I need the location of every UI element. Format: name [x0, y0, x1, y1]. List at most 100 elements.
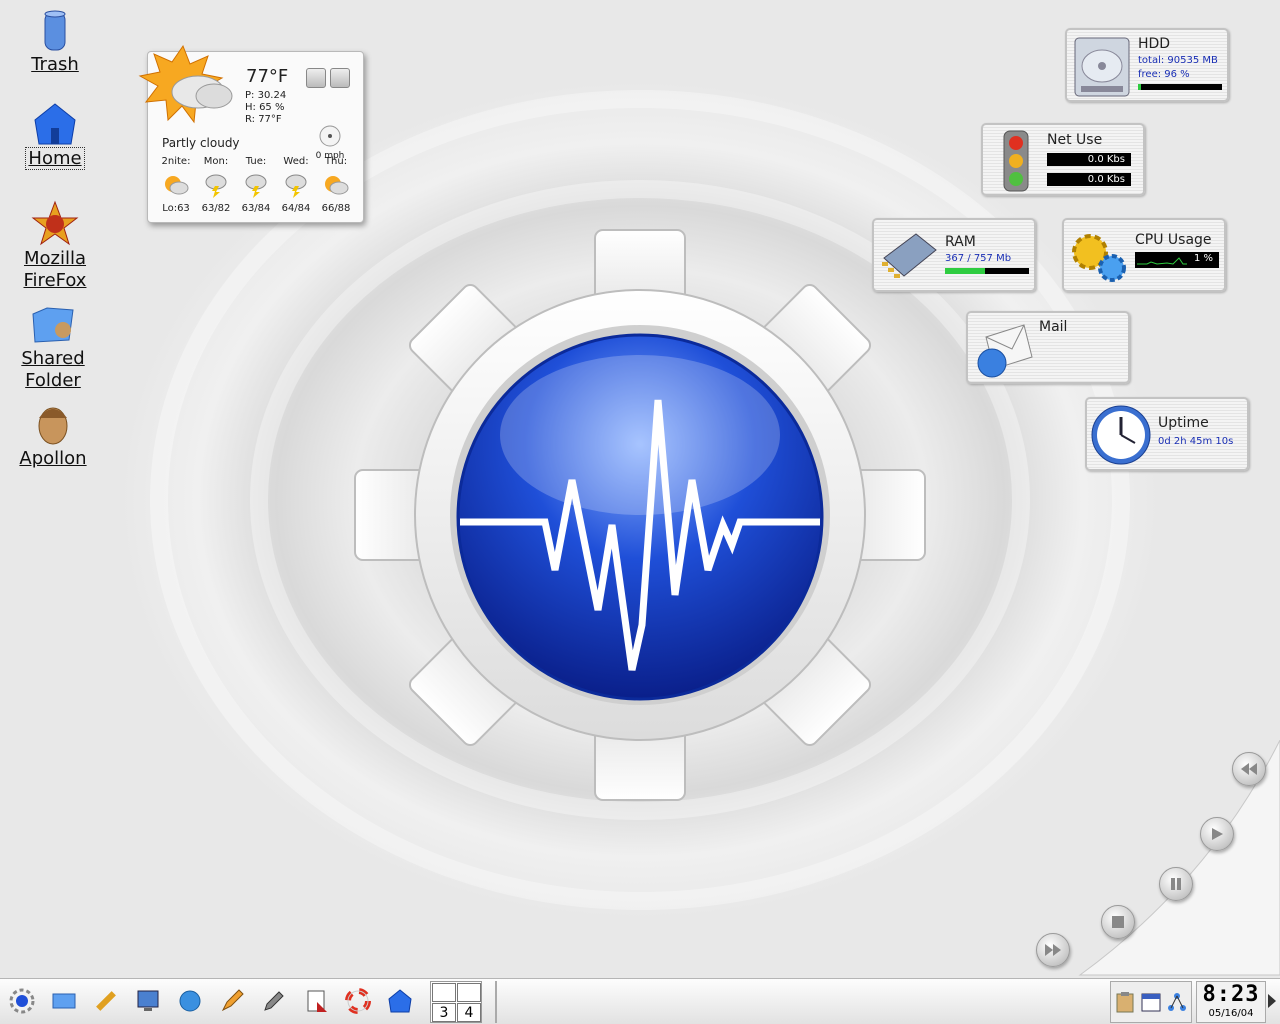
- desktop-icon-apollon[interactable]: Apollon: [8, 400, 98, 470]
- hdd-free: free: 96 %: [1138, 69, 1190, 80]
- shared-folder-icon: [32, 307, 74, 343]
- thunderstorm-icon: [285, 174, 307, 198]
- uptime-monitor-widget[interactable]: Uptime 0d 2h 45m 10s: [1085, 397, 1249, 471]
- desktop-icon-firefox[interactable]: Mozilla FireFox: [10, 200, 100, 292]
- weather-widget[interactable]: 77°F P: 30.24 H: 65 % R: 77°F 0 mph Part…: [138, 44, 364, 223]
- weather-temperature: 77°F: [246, 66, 289, 87]
- kmenu-button[interactable]: [6, 985, 38, 1017]
- ram-monitor-widget[interactable]: RAM 367 / 757 Mb: [872, 218, 1036, 292]
- forecast-day: Tue: 63/84: [241, 156, 271, 214]
- launcher-desktop[interactable]: [48, 985, 80, 1017]
- mail-title: Mail: [1039, 319, 1068, 335]
- desktop-icon: [52, 993, 76, 1009]
- weather-humidity: H: 65 %: [245, 102, 285, 113]
- clipboard-icon: [1116, 992, 1134, 1013]
- partly-cloudy-icon: [165, 176, 189, 195]
- panel-hide-arrow[interactable]: [1268, 993, 1278, 1009]
- rewind-button[interactable]: [1232, 752, 1266, 786]
- weather-settings-button[interactable]: [306, 68, 326, 88]
- net-use-monitor-widget[interactable]: Net Use 0.0 Kbs 0.0 Kbs: [981, 123, 1145, 196]
- trash-icon: [44, 10, 66, 51]
- partly-cloudy-icon: [325, 176, 349, 195]
- desktop-icon-label: Shared: [21, 348, 85, 369]
- uptime-title: Uptime: [1158, 415, 1209, 431]
- stop-button[interactable]: [1101, 905, 1135, 939]
- thunderstorm-icon: [245, 174, 267, 198]
- tray-korganizer[interactable]: [1139, 986, 1163, 1018]
- desktop-icon-label: Folder: [25, 370, 81, 391]
- pager-desktop-4[interactable]: 4: [457, 1003, 481, 1022]
- cpu-usage-value: 1 %: [1193, 253, 1213, 264]
- partly-cloudy-sun-icon: [138, 44, 233, 124]
- pencil-icon: [221, 989, 244, 1012]
- document-icon: [307, 990, 327, 1012]
- pen-icon: [264, 991, 284, 1011]
- taskbar-clock[interactable]: 8:23 05/16/04: [1196, 981, 1266, 1023]
- calendar-icon: [1141, 993, 1161, 1012]
- cpu-usage-title: CPU Usage: [1135, 232, 1212, 248]
- globe-icon: [179, 990, 201, 1012]
- launcher-kwrite[interactable]: [258, 985, 290, 1017]
- weather-pressure: P: 30.24: [245, 90, 287, 101]
- cpu-usage-monitor-widget[interactable]: CPU Usage 1 %: [1062, 218, 1226, 292]
- system-tray: [1110, 981, 1192, 1023]
- clock-time: 8:23: [1202, 982, 1260, 1007]
- hard-drive-icon: [1074, 37, 1130, 97]
- pager-desktop-3[interactable]: 3: [432, 1003, 456, 1022]
- tray-klipper[interactable]: [1113, 986, 1137, 1018]
- cpu-graph-line: [1137, 257, 1187, 265]
- launcher-office[interactable]: [300, 985, 332, 1017]
- desktop-icon-trash[interactable]: Trash: [10, 6, 100, 76]
- desktop-icon-shared-folder[interactable]: Shared Folder: [8, 300, 98, 392]
- desktop-icon-label: Apollon: [19, 448, 87, 469]
- hdd-usage-bar: [1138, 84, 1222, 90]
- fast-forward-icon: [1045, 944, 1061, 956]
- clock-icon: [1091, 405, 1151, 465]
- hdd-monitor-widget[interactable]: HDD total: 90535 MB free: 96 %: [1065, 28, 1229, 102]
- clock-date: 05/16/04: [1208, 1008, 1254, 1019]
- arrow-right-icon: [1268, 994, 1276, 1008]
- taskbar: 1 2 3 4 8:23 05/16/04: [0, 978, 1280, 1024]
- desktop-pager[interactable]: 1 2 3 4: [430, 981, 482, 1023]
- home-icon: [388, 989, 412, 1013]
- gears-icon: [1072, 234, 1126, 282]
- cpu-usage-graph: 1 %: [1135, 252, 1219, 268]
- net-out-readout: 0.0 Kbs: [1047, 173, 1131, 186]
- desktop-icon-home[interactable]: Home: [10, 100, 100, 170]
- weather-condition: Partly cloudy: [162, 136, 240, 150]
- net-use-title: Net Use: [1047, 132, 1103, 148]
- weather-report-button[interactable]: [330, 68, 350, 88]
- tray-network[interactable]: [1165, 986, 1189, 1018]
- pager-desktop-1[interactable]: 1: [432, 983, 456, 1002]
- forecast-day: 2nite: Lo:63: [161, 156, 191, 214]
- pause-icon: [1171, 878, 1181, 890]
- desktop-icon-label: Home: [25, 147, 85, 170]
- kde-gear-logo: [354, 229, 926, 801]
- launcher-terminal[interactable]: [132, 985, 164, 1017]
- pager-desktop-2[interactable]: 2: [457, 983, 481, 1002]
- desktop-icon-label: Mozilla: [23, 248, 87, 269]
- launcher-editor[interactable]: [216, 985, 248, 1017]
- uptime-value: 0d 2h 45m 10s: [1158, 436, 1234, 447]
- play-icon: [1212, 828, 1223, 840]
- memory-chip-icon: [882, 233, 937, 278]
- pause-button[interactable]: [1159, 867, 1193, 901]
- stop-icon: [1112, 916, 1124, 928]
- desktop-icon-label: FireFox: [23, 270, 87, 291]
- weather-real-feel: R: 77°F: [245, 114, 282, 125]
- launcher-control-center[interactable]: [90, 985, 122, 1017]
- lifebuoy-icon: [345, 988, 371, 1014]
- fast-forward-button[interactable]: [1036, 933, 1070, 967]
- firefox-icon: [31, 200, 79, 246]
- launcher-help[interactable]: [342, 985, 374, 1017]
- wrench-icon: [96, 991, 116, 1011]
- play-button[interactable]: [1200, 817, 1234, 851]
- wind-compass-icon: [319, 125, 341, 147]
- taskbar-window-list[interactable]: [495, 981, 1105, 1023]
- launcher-konqueror[interactable]: [174, 985, 206, 1017]
- forecast-day: Thu: 66/88: [321, 156, 351, 214]
- launcher-home[interactable]: [384, 985, 416, 1017]
- mail-monitor-widget[interactable]: Mail: [966, 311, 1130, 384]
- ram-usage-bar: [945, 268, 1029, 274]
- traffic-light-icon: [1003, 130, 1029, 192]
